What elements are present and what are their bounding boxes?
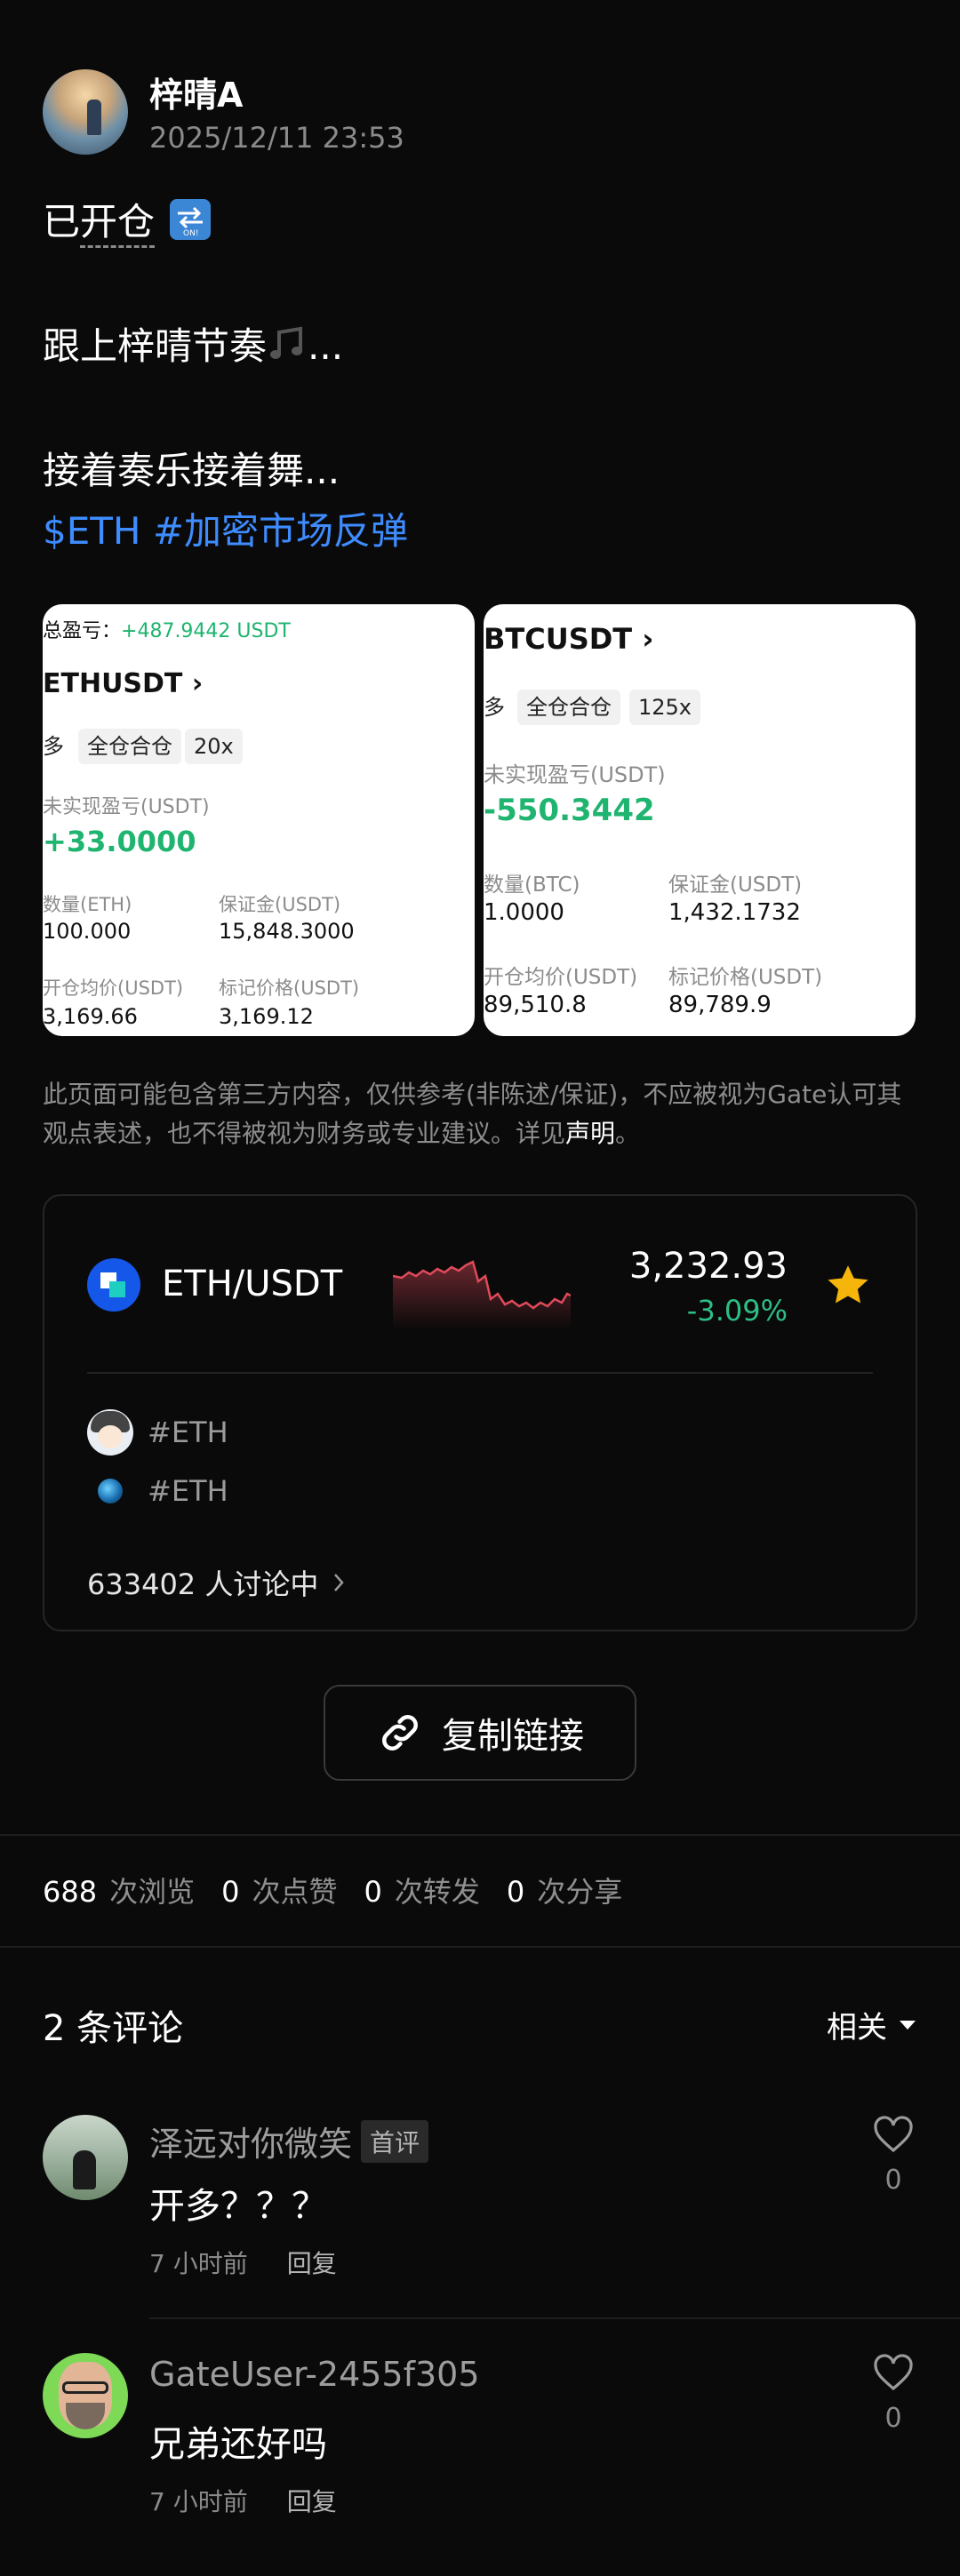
commenter-avatar[interactable] xyxy=(43,2353,128,2438)
position-term[interactable]: 开仓 xyxy=(80,200,156,248)
section-divider xyxy=(0,1946,960,1948)
section-divider xyxy=(0,1834,960,1836)
topic-row-1[interactable]: #ETH xyxy=(87,1409,228,1455)
post-line-3: 接着奏乐接着舞... xyxy=(43,449,340,492)
card-divider xyxy=(87,1372,873,1374)
post-timestamp: 2025/12/11 23:53 xyxy=(149,121,404,155)
post-stats: 688 次浏览 0 次点赞 0 次转发 0 次分享 xyxy=(43,1875,623,1909)
market-card[interactable]: ETH/USDT 3,232.93 -3.09% #ETH #ETH 63340… xyxy=(43,1194,917,1631)
btc-position-screenshot[interactable]: BTCUSDT › 多 全仓合仓 125x 未实现盈亏(USDT) -550.3… xyxy=(484,604,916,1036)
comment-divider xyxy=(149,2317,960,2319)
topic-globe-icon xyxy=(87,1468,133,1514)
chevron-right-icon xyxy=(334,1574,345,1591)
like-button[interactable]: 0 xyxy=(871,2353,916,2434)
post-hashtags[interactable]: $ETH #加密市场反弹 xyxy=(43,501,408,555)
reply-button[interactable]: 回复 xyxy=(287,2249,337,2278)
gate-coin-icon xyxy=(87,1258,140,1312)
caret-down-icon xyxy=(900,2020,916,2030)
comment-text: 开多？？？ xyxy=(149,2186,327,2227)
comments-count-title: 2 条评论 xyxy=(43,2008,184,2049)
eth-position-screenshot[interactable]: 总盈亏：+487.9442 USDT ETHUSDT › 多 全仓合仓 20x … xyxy=(43,604,475,1036)
like-button[interactable]: 0 xyxy=(871,2115,916,2196)
post-line-2: 跟上梓晴节奏... xyxy=(43,323,344,368)
comment-text: 兄弟还好吗 xyxy=(149,2424,327,2465)
comment-sort-dropdown[interactable]: 相关 xyxy=(827,2003,916,2046)
link-icon xyxy=(382,1715,418,1751)
price-change: -3.09% xyxy=(686,1294,788,1328)
svg-text:ON!: ON! xyxy=(183,229,198,236)
disclaimer-link[interactable]: 声明 xyxy=(565,1119,615,1148)
eth-symbol: ETHUSDT › xyxy=(43,668,204,699)
price-sparkline xyxy=(393,1260,571,1329)
topic-row-2[interactable]: #ETH xyxy=(87,1468,228,1514)
first-comment-badge: 首评 xyxy=(361,2119,429,2163)
trading-pair[interactable]: ETH/USDT xyxy=(162,1264,342,1304)
heart-icon xyxy=(874,2116,913,2153)
topic-avatar-icon xyxy=(87,1409,133,1455)
comment-meta: 7 小时前 回复 xyxy=(149,2249,337,2278)
post-line-1: 已开仓 ON! xyxy=(43,192,212,248)
last-price: 3,232.93 xyxy=(628,1246,788,1287)
on-switch-emoji-icon: ON! xyxy=(170,199,212,240)
author-avatar[interactable] xyxy=(43,69,128,155)
author-name[interactable]: 梓晴A xyxy=(149,68,243,116)
commenter-name[interactable]: 泽远对你微笑 首评 xyxy=(149,2117,429,2165)
reply-button[interactable]: 回复 xyxy=(287,2487,337,2516)
comment-meta: 7 小时前 回复 xyxy=(149,2487,337,2516)
third-party-disclaimer: 此页面可能包含第三方内容，仅供参考(非陈述/保证)，不应被视为Gate认可其观点… xyxy=(43,1080,902,1148)
commenter-name[interactable]: GateUser-2455f305 xyxy=(149,2355,480,2394)
discussion-count-link[interactable]: 633402 人讨论中 xyxy=(87,1562,345,1603)
copy-link-button[interactable]: 复制链接 xyxy=(324,1685,636,1781)
favorite-star-icon[interactable] xyxy=(825,1264,871,1308)
music-note-emoji-icon xyxy=(267,323,308,364)
commenter-avatar[interactable] xyxy=(43,2115,128,2200)
btc-symbol: BTCUSDT › xyxy=(484,622,654,656)
heart-icon xyxy=(874,2354,913,2391)
